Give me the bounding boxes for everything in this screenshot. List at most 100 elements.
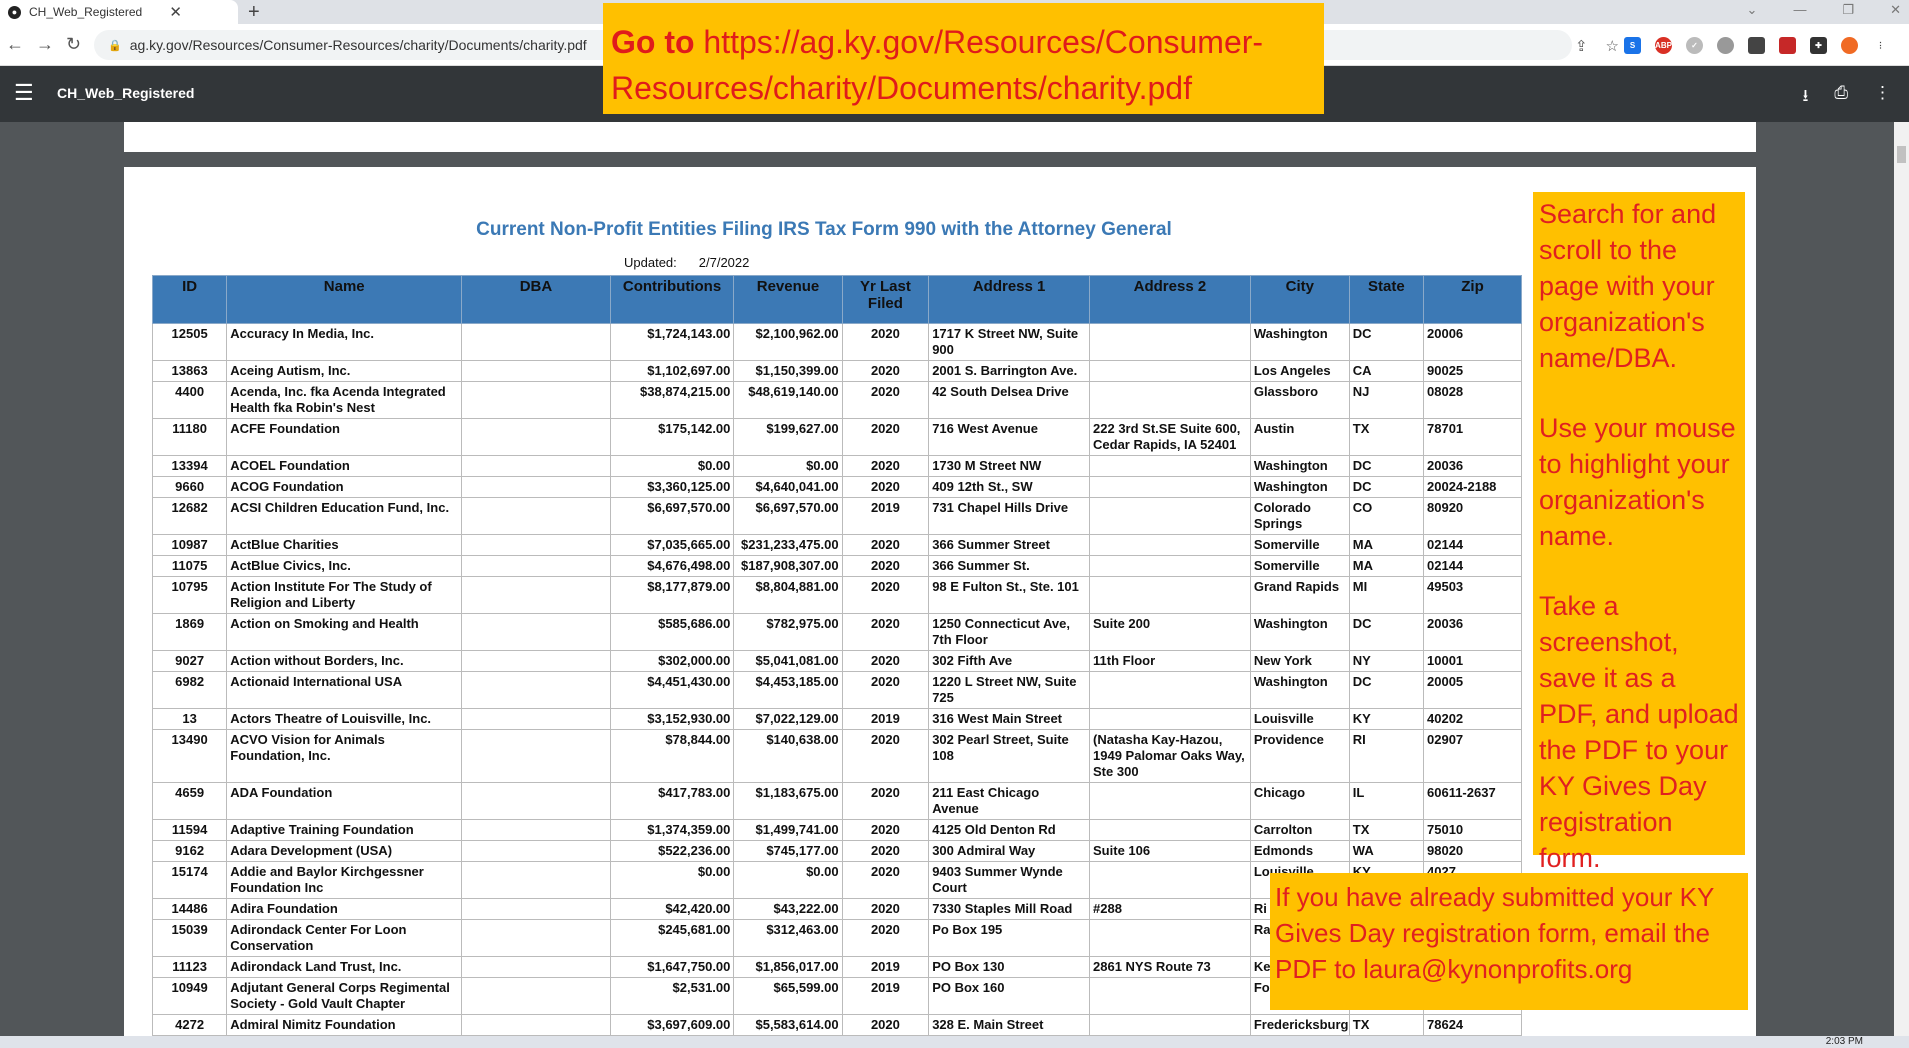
callout-goto-url: Go to https://ag.ky.gov/Resources/Consum… (603, 3, 1324, 114)
table-cell: Adara Development (USA) (226, 840, 463, 862)
table-cell: 10949 (151, 977, 228, 1015)
extension-dark-icon[interactable] (1748, 37, 1765, 54)
table-cell: Providence (1249, 729, 1350, 783)
back-icon[interactable]: ← (6, 34, 24, 55)
print-icon[interactable]: ⎙ (1834, 83, 1848, 112)
table-row: 11075 ActBlue Civics, Inc. $4,676,498.00 $1… (151, 555, 1522, 577)
table-cell: Admiral Nimitz Foundation (226, 1014, 463, 1036)
table-cell: 9027 (151, 650, 228, 672)
minimize-icon[interactable]: — (1793, 0, 1806, 20)
tab-search-icon[interactable]: ⌄ (1747, 0, 1758, 20)
download-icon[interactable]: ⭳ (1802, 83, 1808, 112)
table-cell: 2020 (841, 360, 930, 382)
table-cell: #288 (1089, 898, 1251, 920)
table-cell: $0.00 (609, 455, 735, 477)
table-cell: Adira Foundation (226, 898, 463, 920)
table-cell: Po Box 195 (928, 919, 1091, 957)
pdf-page-previous (124, 122, 1756, 152)
table-cell: ADA Foundation (226, 782, 463, 820)
scrollbar-thumb[interactable] (1897, 146, 1906, 163)
reload-icon[interactable]: ↻ (66, 34, 81, 55)
table-cell: $5,041,081.00 (733, 650, 843, 672)
table-cell: 2020 (841, 534, 930, 556)
new-tab-icon[interactable]: + (248, 0, 260, 24)
table-cell: $1,374,359.00 (609, 819, 735, 841)
table-cell (1089, 381, 1251, 419)
extension-red-icon[interactable] (1779, 37, 1796, 54)
table-cell: 2019 (841, 708, 930, 730)
table-cell: ActBlue Charities (226, 534, 463, 556)
table-cell: 02907 (1423, 729, 1522, 783)
table-cell: $4,676,498.00 (609, 555, 735, 577)
hamburger-menu-icon[interactable]: ☰ (14, 80, 34, 106)
table-cell: ACSI Children Education Fund, Inc. (226, 497, 463, 535)
column-header: Address 1 (928, 275, 1091, 324)
table-cell (461, 555, 611, 577)
table-cell: 90025 (1423, 360, 1522, 382)
table-cell (461, 671, 611, 709)
scrollbar[interactable] (1894, 122, 1909, 1048)
browser-tab[interactable]: ● CH_Web_Registered ✕ (0, 0, 238, 24)
table-cell: Washington (1249, 671, 1350, 709)
profile-avatar-icon[interactable] (1841, 37, 1858, 54)
adblock-icon[interactable]: ABP (1655, 37, 1672, 54)
share-icon[interactable]: ⇪ (1575, 37, 1588, 55)
table-cell: $187,908,307.00 (733, 555, 843, 577)
table-cell: 12505 (151, 323, 228, 361)
table-cell: 20024-2188 (1423, 476, 1522, 498)
table-row: 11180 ACFE Foundation $175,142.00 $199,627.… (151, 418, 1522, 456)
table-cell: TX (1348, 418, 1425, 456)
forward-icon[interactable]: → (36, 34, 54, 55)
window-controls: ⌄ — ❐ ✕ (1747, 0, 1901, 20)
table-cell: 60611-2637 (1423, 782, 1522, 820)
window-close-icon[interactable]: ✕ (1890, 0, 1901, 20)
pdf-actions: ⭳ ⎙ ⋮ (1802, 83, 1891, 112)
table-cell: 13863 (151, 360, 228, 382)
check-extension-icon[interactable]: ✓ (1686, 37, 1703, 54)
table-cell: (Natasha Kay-Hazou, 1949 Palomar Oaks Wa… (1089, 729, 1251, 783)
extension-gray-icon[interactable] (1717, 37, 1734, 54)
table-cell: 20036 (1423, 455, 1522, 477)
table-cell: $3,360,125.00 (609, 476, 735, 498)
table-cell: 2861 NYS Route 73 (1089, 956, 1251, 978)
table-cell: 222 3rd St.SE Suite 600, Cedar Rapids, I… (1089, 418, 1251, 456)
table-cell: PO Box 160 (928, 977, 1091, 1015)
more-menu-icon[interactable]: ⋮ (1872, 37, 1889, 54)
table-cell (461, 977, 611, 1015)
table-cell: Accuracy In Media, Inc. (226, 323, 463, 361)
callout-step-search: Search for and scroll to the page with y… (1539, 199, 1717, 373)
updated-date: 2/7/2022 (698, 255, 750, 270)
table-cell (461, 418, 611, 456)
table-cell: 15039 (151, 919, 228, 957)
table-cell: 9162 (151, 840, 228, 862)
table-cell: $65,599.00 (733, 977, 843, 1015)
table-cell: 211 East Chicago Avenue (928, 782, 1091, 820)
table-row: 12505 Accuracy In Media, Inc. $1,724,143.0… (151, 323, 1522, 361)
table-row: 10987 ActBlue Charities $7,035,665.00 $231,… (151, 534, 1522, 556)
table-cell: 7330 Staples Mill Road (928, 898, 1091, 920)
table-cell: 2020 (841, 418, 930, 456)
table-cell: Actionaid International USA (226, 671, 463, 709)
pdf-more-icon[interactable]: ⋮ (1874, 83, 1891, 112)
extension-s-icon[interactable]: S (1624, 37, 1641, 54)
restore-icon[interactable]: ❐ (1842, 0, 1854, 20)
table-cell: $1,647,750.00 (609, 956, 735, 978)
table-cell: Chicago (1249, 782, 1350, 820)
table-cell (461, 956, 611, 978)
table-cell: ACOEL Foundation (226, 455, 463, 477)
table-row: 13 Actors Theatre of Louisville, Inc. $3,1… (151, 708, 1522, 730)
tab-close-icon[interactable]: ✕ (169, 3, 182, 21)
callout-goto-prefix: Go to (611, 24, 695, 60)
puzzle-icon[interactable]: ✚ (1810, 37, 1827, 54)
bookmark-star-icon[interactable]: ☆ (1606, 37, 1619, 55)
table-cell: KY (1348, 708, 1425, 730)
table-cell: Washington (1249, 476, 1350, 498)
callout-email: If you have already submitted your KY Gi… (1270, 873, 1748, 1010)
table-cell: 409 12th St., SW (928, 476, 1091, 498)
table-cell (461, 534, 611, 556)
table-cell: $312,463.00 (733, 919, 843, 957)
table-cell: 13 (151, 708, 228, 730)
table-cell: $140,638.00 (733, 729, 843, 783)
table-cell: 42 South Delsea Drive (928, 381, 1091, 419)
table-cell: 716 West Avenue (928, 418, 1091, 456)
